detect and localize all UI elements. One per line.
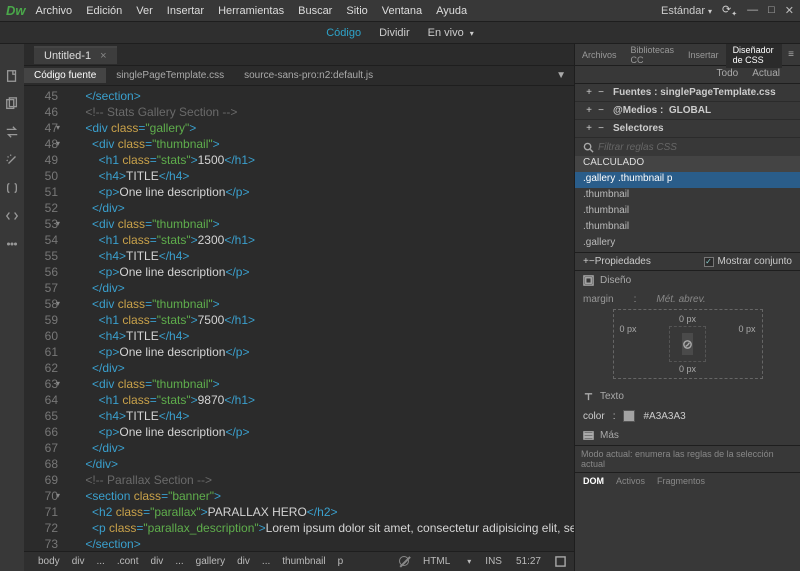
bracket-icon[interactable] — [4, 180, 20, 196]
related-file-tab[interactable]: Código fuente — [24, 68, 106, 83]
related-file-tab[interactable]: source-sans-pro:n2:default.js — [234, 68, 383, 83]
breadcrumb-segment[interactable]: thumbnail — [276, 555, 331, 568]
computed-header: CALCULADO — [575, 156, 800, 172]
panel-tab[interactable]: Insertar — [681, 47, 726, 63]
left-toolbar — [0, 44, 24, 571]
sources-row[interactable]: + − Fuentes : singlePageTemplate.css — [575, 84, 800, 102]
selector-item[interactable]: .thumbnail — [575, 188, 800, 204]
panel-menu-icon[interactable]: ≡ — [782, 49, 800, 60]
media-row[interactable]: + − @Medios : GLOBAL — [575, 102, 800, 120]
panel-tab[interactable]: Bibliotecas CC — [624, 44, 682, 68]
bottom-tab[interactable]: Fragmentos — [657, 476, 705, 486]
breadcrumb-segment[interactable]: p — [332, 555, 350, 568]
breadcrumb-segment[interactable]: .cont — [111, 555, 145, 568]
selector-item[interactable]: .gallery — [575, 236, 800, 252]
filter-icon[interactable]: ▼ — [556, 70, 566, 81]
bottom-tab[interactable]: Activos — [616, 476, 645, 486]
remove-selector-icon[interactable]: − — [595, 123, 607, 134]
selector-item[interactable]: .thumbnail — [575, 220, 800, 236]
text-section[interactable]: Texto — [575, 387, 800, 406]
breadcrumb-segment[interactable]: div — [231, 555, 256, 568]
bottom-tab[interactable]: DOM — [583, 476, 604, 486]
related-files: Código fuentesinglePageTemplate.csssourc… — [24, 66, 574, 86]
sync-icon[interactable]: ⟳✦ — [722, 3, 737, 18]
margin-left-value[interactable]: 0 px — [620, 324, 637, 364]
menu-sitio[interactable]: Sitio — [346, 5, 367, 17]
view-switch-bar: Código Dividir En vivo ▾ — [0, 22, 800, 44]
file-icon[interactable] — [4, 68, 20, 84]
error-indicator-icon[interactable] — [399, 556, 409, 566]
wand-icon[interactable] — [4, 152, 20, 168]
menu-herramientas[interactable]: Herramientas — [218, 5, 284, 17]
pages-icon[interactable] — [4, 96, 20, 112]
box-model-widget[interactable]: 0 px 0 px 0 px 0 px — [613, 309, 763, 379]
add-media-icon[interactable]: + — [583, 105, 595, 116]
mode-actual[interactable]: Actual — [752, 68, 780, 81]
menu-ayuda[interactable]: Ayuda — [436, 5, 467, 17]
view-split[interactable]: Dividir — [379, 27, 410, 39]
margin-bottom-value[interactable]: 0 px — [618, 364, 758, 374]
color-property-label: color — [583, 411, 605, 422]
menubar: Dw Archivo Edición Ver Insertar Herramientas… — [0, 0, 800, 22]
breadcrumb-bar: bodydiv....contdiv...gallerydiv...thumbn… — [24, 551, 574, 571]
tag-icon[interactable] — [4, 208, 20, 224]
panel-tab[interactable]: Archivos — [575, 47, 624, 63]
properties-row[interactable]: + − Propiedades ✓Mostrar conjunto — [575, 252, 800, 271]
lang-indicator: HTML — [423, 556, 450, 567]
editor: Untitled-1 × Código fuentesinglePageTemp… — [24, 44, 574, 571]
cursor-position: 51:27 — [516, 556, 541, 567]
color-swatch[interactable] — [623, 410, 635, 422]
breadcrumb-segment[interactable]: ... — [169, 555, 189, 568]
mode-todo[interactable]: Todo — [717, 68, 739, 81]
more-section[interactable]: Más — [575, 426, 800, 445]
margin-right-value[interactable]: 0 px — [738, 324, 755, 364]
menu-buscar[interactable]: Buscar — [298, 5, 332, 17]
panel-tabs: ArchivosBibliotecas CCInsertarDiseñador … — [575, 44, 800, 66]
margin-top-value[interactable]: 0 px — [618, 314, 758, 324]
menu-ventana[interactable]: Ventana — [382, 5, 422, 17]
code-editor[interactable]: 4546474849505152535455565758596061626364… — [24, 86, 574, 551]
workspace-dropdown[interactable]: Estándar▾ — [661, 5, 712, 17]
document-tabs: Untitled-1 × — [24, 44, 574, 66]
breadcrumb-segment[interactable]: div — [145, 555, 170, 568]
swap-icon[interactable] — [4, 124, 20, 140]
breadcrumb-segment[interactable]: body — [32, 555, 66, 568]
selectors-row[interactable]: + − Selectores — [575, 120, 800, 138]
mode-description: Modo actual: enumera las reglas de la se… — [575, 445, 800, 472]
menu-items: Archivo Edición Ver Insertar Herramientas Bus… — [36, 5, 468, 17]
add-selector-icon[interactable]: + — [583, 123, 595, 134]
more-icon[interactable] — [4, 236, 20, 252]
close-button[interactable]: ✕ — [785, 4, 794, 17]
document-tab[interactable]: Untitled-1 × — [34, 46, 117, 64]
menu-edición[interactable]: Edición — [86, 5, 122, 17]
remove-media-icon[interactable]: − — [595, 105, 607, 116]
menu-archivo[interactable]: Archivo — [36, 5, 73, 17]
overflow-icon[interactable] — [555, 556, 566, 567]
panel-tab[interactable]: Diseñador de CSS — [726, 44, 783, 68]
menu-insertar[interactable]: Insertar — [167, 5, 204, 17]
selector-item[interactable]: .gallery .thumbnail p — [575, 172, 800, 188]
view-live[interactable]: En vivo ▾ — [428, 27, 474, 39]
breadcrumb-segment[interactable]: gallery — [190, 555, 231, 568]
app-logo: Dw — [6, 3, 26, 18]
breadcrumb-segment[interactable]: div — [66, 555, 91, 568]
show-set-checkbox[interactable]: ✓Mostrar conjunto — [704, 256, 792, 267]
maximize-button[interactable]: □ — [768, 4, 775, 17]
ins-indicator: INS — [485, 556, 502, 567]
remove-source-icon[interactable]: − — [595, 87, 607, 98]
filter-rules-input[interactable]: Filtrar reglas CSS — [575, 138, 800, 156]
selector-item[interactable]: .thumbnail — [575, 204, 800, 220]
add-source-icon[interactable]: + — [583, 87, 595, 98]
tab-close-icon[interactable]: × — [100, 50, 106, 62]
color-hex-value[interactable]: #A3A3A3 — [643, 411, 685, 422]
minimize-button[interactable]: ― — [747, 4, 758, 17]
bottom-panel-tabs: DOM Activos Fragmentos — [575, 472, 800, 489]
menu-ver[interactable]: Ver — [136, 5, 153, 17]
layout-section[interactable]: Diseño — [575, 271, 800, 290]
related-file-tab[interactable]: singlePageTemplate.css — [106, 68, 234, 83]
breadcrumb-segment[interactable]: ... — [256, 555, 276, 568]
css-designer-panel: ArchivosBibliotecas CCInsertarDiseñador … — [574, 44, 800, 571]
breadcrumb-segment[interactable]: ... — [90, 555, 110, 568]
view-code[interactable]: Código — [326, 27, 361, 39]
